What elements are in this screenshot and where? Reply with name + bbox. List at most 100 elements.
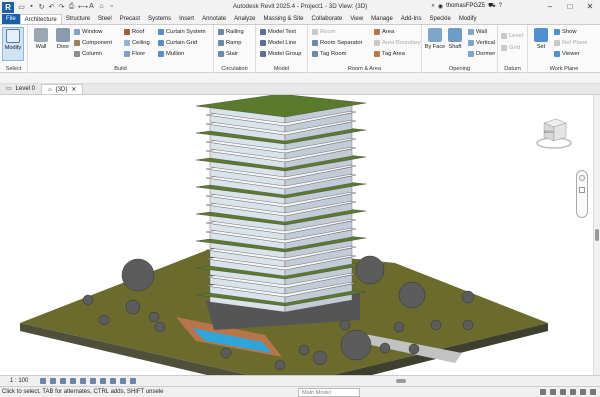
railing-button[interactable]: Railing bbox=[218, 29, 244, 35]
search-icon[interactable]: ⌕ bbox=[431, 3, 434, 10]
viewer-button[interactable]: Viewer bbox=[554, 51, 580, 57]
window-button[interactable]: Window bbox=[74, 29, 103, 35]
room-button[interactable]: Room bbox=[312, 29, 335, 35]
open-icon[interactable]: ▭ bbox=[18, 3, 25, 11]
select-pinned-icon[interactable] bbox=[560, 389, 566, 395]
ribbon-tab-architecture[interactable]: Architecture bbox=[19, 14, 62, 24]
show-button[interactable]: Show bbox=[554, 29, 577, 35]
wall-button[interactable]: Wall bbox=[30, 27, 52, 50]
ribbon-tab-systems[interactable]: Systems bbox=[144, 14, 175, 24]
model-text-button[interactable]: Model Text bbox=[260, 29, 296, 35]
ribbon-tab-manage[interactable]: Manage bbox=[367, 14, 397, 24]
panel-label-select[interactable]: Select bbox=[0, 66, 27, 72]
cart-icon[interactable]: ⛟ bbox=[488, 2, 496, 10]
maximize-icon[interactable]: □ bbox=[560, 0, 580, 14]
user-icon[interactable]: ◉ bbox=[438, 3, 443, 10]
area-boundary-button[interactable]: Area Boundary bbox=[374, 40, 421, 46]
component-button[interactable]: Component bbox=[74, 40, 112, 46]
save-icon[interactable]: ▪ bbox=[28, 3, 35, 11]
workset-field[interactable]: Main Model bbox=[298, 388, 360, 397]
revit-logo[interactable]: R bbox=[2, 1, 14, 13]
panel-label-room-area[interactable]: Room & Area bbox=[308, 66, 421, 72]
navigation-bar[interactable] bbox=[576, 170, 588, 218]
sun-path-icon[interactable] bbox=[60, 378, 67, 384]
crop-view-icon[interactable] bbox=[90, 378, 97, 384]
shadows-icon[interactable] bbox=[70, 378, 77, 384]
column-button[interactable]: Column bbox=[74, 51, 102, 57]
3d-viewport[interactable]: BACK bbox=[0, 95, 593, 375]
shaft-button[interactable]: Shaft bbox=[444, 27, 466, 50]
curtain-system-button[interactable]: Curtain System bbox=[158, 29, 206, 35]
redo-icon[interactable]: ↷ bbox=[58, 3, 65, 11]
show-crop-icon[interactable] bbox=[100, 378, 107, 384]
grid-button[interactable]: Grid bbox=[501, 45, 520, 51]
ribbon-tab-add-ins[interactable]: Add-Ins bbox=[397, 14, 426, 24]
drag-elements-icon[interactable] bbox=[580, 389, 586, 395]
select-by-face-icon[interactable] bbox=[570, 389, 576, 395]
ribbon-tab-insert[interactable]: Insert bbox=[175, 14, 198, 24]
area-button[interactable]: Area bbox=[374, 29, 394, 35]
roof-button[interactable]: Roof bbox=[124, 29, 144, 35]
undo-icon[interactable]: ↶ bbox=[48, 3, 55, 11]
ribbon-tab-file[interactable]: File bbox=[2, 14, 20, 24]
ribbon-tab-analyze[interactable]: Analyze bbox=[230, 14, 259, 24]
zoom-icon[interactable] bbox=[579, 187, 585, 193]
modify-button[interactable]: Modify bbox=[2, 27, 24, 61]
vertical-opening-button[interactable]: Vertical bbox=[468, 40, 495, 46]
close-hidden-icon[interactable]: ▫ bbox=[108, 3, 115, 11]
minimize-icon[interactable]: – bbox=[540, 0, 560, 14]
view-scale[interactable]: 1 : 100 bbox=[10, 378, 28, 384]
3d-view-icon[interactable]: ⌂ bbox=[98, 3, 105, 11]
detail-level-icon[interactable] bbox=[40, 378, 47, 384]
ribbon-tab-speckle[interactable]: Speckle bbox=[425, 14, 454, 24]
visual-style-icon[interactable] bbox=[50, 378, 57, 384]
ribbon-tab-precast[interactable]: Precast bbox=[116, 14, 144, 24]
ribbon-tab-structure[interactable]: Structure bbox=[62, 14, 94, 24]
viewcube[interactable]: BACK bbox=[534, 115, 574, 151]
view-tab-level-0[interactable]: ▭ Level 0 bbox=[0, 84, 41, 94]
ribbon-tab-view[interactable]: View bbox=[346, 14, 367, 24]
tag-area-button[interactable]: Tag Area bbox=[374, 51, 405, 57]
help-icon[interactable]: ? bbox=[499, 3, 502, 9]
ribbon-tab-steel[interactable]: Steel bbox=[94, 14, 116, 24]
print-icon[interactable]: ⎙ bbox=[68, 3, 75, 11]
curtain-grid-button[interactable]: Curtain Grid bbox=[158, 40, 197, 46]
door-button[interactable]: Door bbox=[52, 27, 74, 50]
stair-button[interactable]: Stair bbox=[218, 51, 238, 57]
ribbon-tab-modify[interactable]: Modify bbox=[455, 14, 481, 24]
close-icon[interactable]: ✕ bbox=[580, 0, 600, 14]
measure-icon[interactable]: ⟷ bbox=[78, 3, 88, 11]
sync-icon[interactable]: ↻ bbox=[38, 3, 45, 11]
steering-wheel-icon[interactable] bbox=[579, 175, 585, 181]
vertical-scrollbar[interactable] bbox=[593, 95, 600, 375]
wall-opening-button[interactable]: Wall bbox=[468, 29, 487, 35]
user-name[interactable]: thomasFPGZ5 bbox=[446, 3, 485, 9]
set-button[interactable]: Set bbox=[530, 27, 552, 50]
model-line-button[interactable]: Model Line bbox=[260, 40, 296, 46]
dormer-button[interactable]: Dormer bbox=[468, 51, 495, 57]
tag-room-button[interactable]: Tag Room bbox=[312, 51, 346, 57]
ribbon-tab-annotate[interactable]: Annotate bbox=[198, 14, 230, 24]
view-tab-3d[interactable]: ⌂ {3D} ✕ bbox=[41, 84, 84, 95]
floor-button[interactable]: Floor bbox=[124, 51, 145, 57]
ramp-button[interactable]: Ramp bbox=[218, 40, 241, 46]
level-button[interactable]: Level bbox=[501, 33, 523, 39]
unlock-view-icon[interactable] bbox=[110, 378, 117, 384]
vertical-scroll-thumb[interactable] bbox=[595, 229, 599, 241]
mullion-button[interactable]: Mullion bbox=[158, 51, 184, 57]
by-face-button[interactable]: By Face bbox=[424, 27, 446, 50]
horizontal-scroll-thumb[interactable] bbox=[396, 379, 406, 383]
select-underlay-icon[interactable] bbox=[550, 389, 556, 395]
temporary-hide-icon[interactable] bbox=[120, 378, 127, 384]
ceiling-button[interactable]: Ceiling bbox=[124, 40, 150, 46]
model-group-button[interactable]: Model Group bbox=[260, 51, 302, 57]
horizontal-scrollbar[interactable] bbox=[300, 378, 500, 384]
ribbon-tab-massing-site[interactable]: Massing & Site bbox=[259, 14, 307, 24]
room-separator-button[interactable]: Room Separator bbox=[312, 40, 363, 46]
close-tab-icon[interactable]: ✕ bbox=[71, 85, 76, 95]
reveal-hidden-icon[interactable] bbox=[130, 378, 137, 384]
text-icon[interactable]: A bbox=[88, 3, 95, 11]
select-links-icon[interactable] bbox=[540, 389, 546, 395]
filter-icon[interactable] bbox=[590, 389, 596, 395]
ribbon-tab-collaborate[interactable]: Collaborate bbox=[308, 14, 347, 24]
